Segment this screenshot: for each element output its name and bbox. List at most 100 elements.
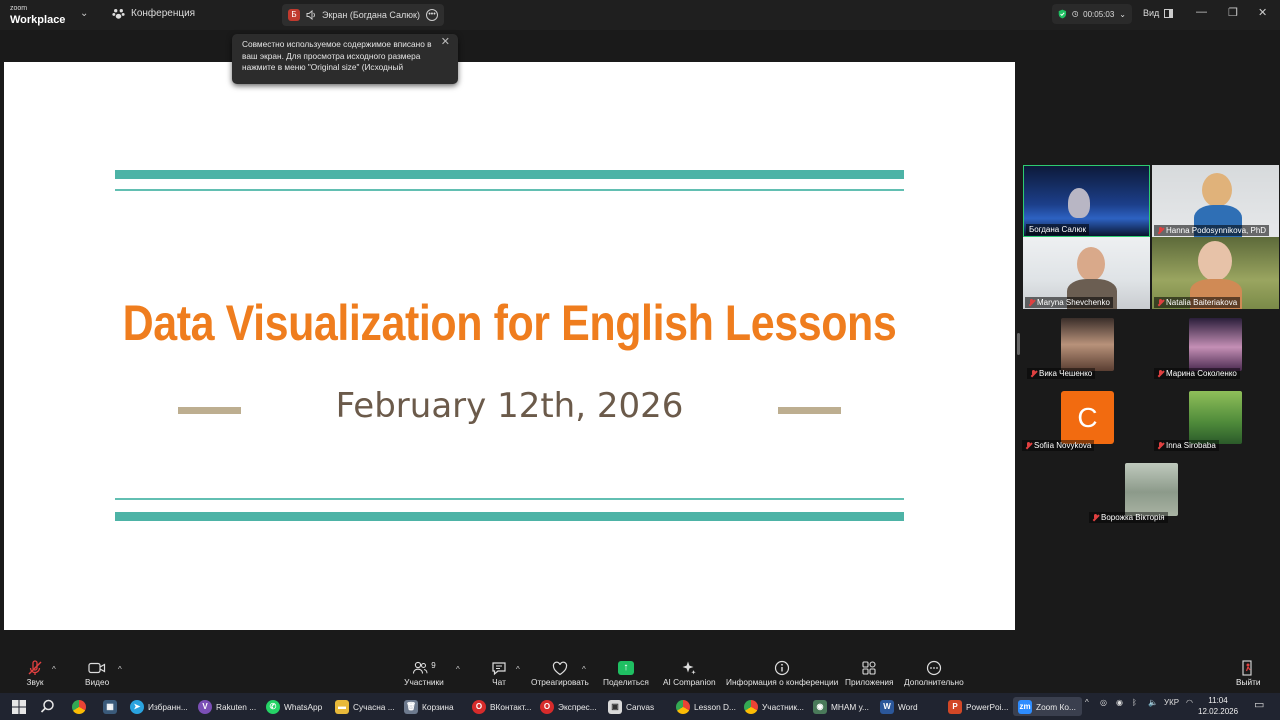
meeting-timer[interactable]: 00:05:03 ⌄ xyxy=(1052,4,1132,24)
taskbar-folder[interactable]: ▬ Сучасна ... xyxy=(335,697,395,716)
participant-avatar[interactable] xyxy=(1189,391,1242,444)
zoom-window: zoom Workplace ⌄ Конференция Б Экран (Бо… xyxy=(0,0,1280,720)
video-label: Видео xyxy=(85,677,110,687)
leave-label: Выйти xyxy=(1236,677,1261,687)
chevron-up-icon[interactable]: ^ xyxy=(118,665,122,674)
screen-share-pill[interactable]: Б Экран (Богдана Салюк) ••• xyxy=(282,4,444,26)
fit-screen-tooltip: Совместно используемое содержимое вписан… xyxy=(232,34,458,84)
react-button[interactable]: Отреагировать xyxy=(531,659,589,687)
meeting-toolbar: Звук ^ Видео ^ 9 Участники ^ Чат ^ Отреа… xyxy=(0,655,1280,693)
chevron-down-icon[interactable]: ⌄ xyxy=(1119,10,1126,19)
apps-label: Приложения xyxy=(845,677,894,687)
system-clock[interactable]: 11:04 12.02.2026 xyxy=(1198,695,1238,717)
meeting-info-button[interactable]: Информация о конференции xyxy=(726,659,838,687)
taskbar-word[interactable]: W Word xyxy=(880,697,918,716)
more-label: Дополнительно xyxy=(904,677,964,687)
resize-handle[interactable] xyxy=(1017,333,1020,355)
chevron-down-icon[interactable]: ⌄ xyxy=(80,8,88,19)
mic-muted-icon xyxy=(1030,369,1037,378)
top-teal-line xyxy=(115,189,904,191)
participant-name-tag: Hanna Podosynnikova, PhD xyxy=(1154,225,1270,236)
calculator-icon[interactable]: ▦ xyxy=(103,697,117,716)
taskbar-telegram[interactable]: ➤ Избранн... xyxy=(130,697,188,716)
search-icon[interactable] xyxy=(40,697,55,716)
taskbar-chrome-participants[interactable]: Участник... xyxy=(744,697,804,716)
volume-icon[interactable]: 🔈 xyxy=(1148,698,1158,707)
more-options-icon[interactable]: ••• xyxy=(426,9,438,21)
mic-muted-icon xyxy=(1028,298,1035,307)
participant-silhouette xyxy=(1077,247,1105,281)
taskbar-opera-vk[interactable]: O ВКонтакт... xyxy=(472,697,531,716)
windows-start-icon[interactable] xyxy=(12,697,26,716)
participant-tile[interactable]: Богдана Салюк xyxy=(1023,165,1150,237)
taskbar-mnam[interactable]: ◉ МНАМ у... xyxy=(813,697,869,716)
chat-button[interactable]: Чат xyxy=(488,659,510,687)
heart-icon xyxy=(552,661,568,675)
wifi-icon[interactable]: ◠ xyxy=(1186,698,1193,707)
chevron-up-icon[interactable]: ^ xyxy=(52,665,56,674)
participant-silhouette xyxy=(1202,173,1232,207)
restore-icon[interactable]: ❐ xyxy=(1228,6,1238,19)
participant-tile[interactable]: Hanna Podosynnikova, PhD xyxy=(1152,165,1279,237)
windows-taskbar: ▦ ➤ Избранн... V Rakuten ... ✆ WhatsApp ▬ Су… xyxy=(0,693,1280,720)
taskbar-recycle-bin[interactable]: 🗑 Корзина xyxy=(404,697,454,716)
view-button[interactable]: Вид xyxy=(1143,8,1174,18)
participant-tile[interactable]: Maryna Shevchenko xyxy=(1023,237,1150,309)
clock-date: 12.02.2026 xyxy=(1198,707,1239,716)
taskbar-zoom[interactable]: zm Zoom Ко... xyxy=(1013,697,1082,716)
clock-time: 11:04 xyxy=(1208,696,1228,705)
taskbar-whatsapp[interactable]: ✆ WhatsApp xyxy=(266,697,322,716)
participant-avatar[interactable] xyxy=(1189,318,1242,371)
chevron-up-icon[interactable]: ^ xyxy=(456,665,460,674)
taskbar-opera-express[interactable]: O Экспрес... xyxy=(540,697,597,716)
notification-icon[interactable]: ▭ xyxy=(1254,698,1264,711)
participant-name-tag: Inna Sirobaba xyxy=(1154,440,1219,451)
participant-tile[interactable]: Natalia Baiteriakova xyxy=(1152,237,1279,309)
mic-muted-icon xyxy=(1157,369,1164,378)
taskbar-canvas[interactable]: ▣ Canvas xyxy=(608,697,654,716)
leave-icon xyxy=(1242,660,1252,676)
sparkle-icon xyxy=(682,661,696,675)
share-label: Экран (Богдана Салюк) xyxy=(322,10,420,20)
close-icon[interactable]: ✕ xyxy=(1258,6,1267,19)
language-indicator[interactable]: УКР xyxy=(1164,698,1179,707)
participant-avatar[interactable] xyxy=(1061,318,1114,371)
taskbar-chrome-lesson[interactable]: Lesson D... xyxy=(676,697,736,716)
participant-name-tag: Вика Чешенко xyxy=(1027,368,1096,379)
tray-bluetooth-icon[interactable]: ᛒ xyxy=(1132,698,1137,707)
taskbar-powerpoint[interactable]: P PowerPoi... xyxy=(948,697,1008,716)
video-camera-icon xyxy=(88,662,106,674)
participant-silhouette xyxy=(1068,188,1090,218)
chevron-up-icon[interactable]: ^ xyxy=(1085,698,1089,707)
close-icon[interactable]: ✕ xyxy=(441,36,450,49)
leave-button[interactable]: Выйти xyxy=(1236,659,1261,687)
zoom-logo[interactable]: zoom Workplace xyxy=(10,4,65,26)
participant-name-tag: Natalia Baiteriakova xyxy=(1154,297,1241,308)
chevron-up-icon[interactable]: ^ xyxy=(582,665,586,674)
brand-line1: zoom xyxy=(10,5,28,12)
participants-count: 9 xyxy=(431,660,436,670)
apps-button[interactable]: Приложения xyxy=(845,659,894,687)
taskbar-rakuten[interactable]: V Rakuten ... xyxy=(198,697,256,716)
chat-icon xyxy=(492,661,506,675)
sound-button[interactable]: Звук xyxy=(24,659,46,687)
slide-title: Data Visualization for English Lessons xyxy=(122,295,897,351)
ai-companion-button[interactable]: AI Companion xyxy=(663,659,716,687)
chevron-up-icon[interactable]: ^ xyxy=(516,665,520,674)
participant-avatar[interactable] xyxy=(1125,463,1178,516)
participant-avatar[interactable]: C xyxy=(1061,391,1114,444)
sound-label: Звук xyxy=(26,677,44,687)
meeting-tab[interactable]: Конференция xyxy=(112,7,195,20)
tray-viber-icon[interactable]: ◉ xyxy=(1116,698,1123,707)
tray-app-icon[interactable]: ◎ xyxy=(1100,698,1107,707)
video-button[interactable]: Видео xyxy=(85,659,109,687)
info-icon xyxy=(775,660,790,676)
share-button[interactable]: ↑ Поделиться xyxy=(603,659,649,687)
more-button[interactable]: Дополнительно xyxy=(904,659,964,687)
participants-button[interactable]: 9 Участники xyxy=(404,659,444,688)
tooltip-text: Совместно используемое содержимое вписан… xyxy=(242,39,432,72)
minimize-icon[interactable]: — xyxy=(1196,6,1207,18)
react-label: Отреагировать xyxy=(531,677,589,687)
shield-check-icon xyxy=(1058,9,1067,19)
chrome-icon[interactable] xyxy=(72,697,86,716)
